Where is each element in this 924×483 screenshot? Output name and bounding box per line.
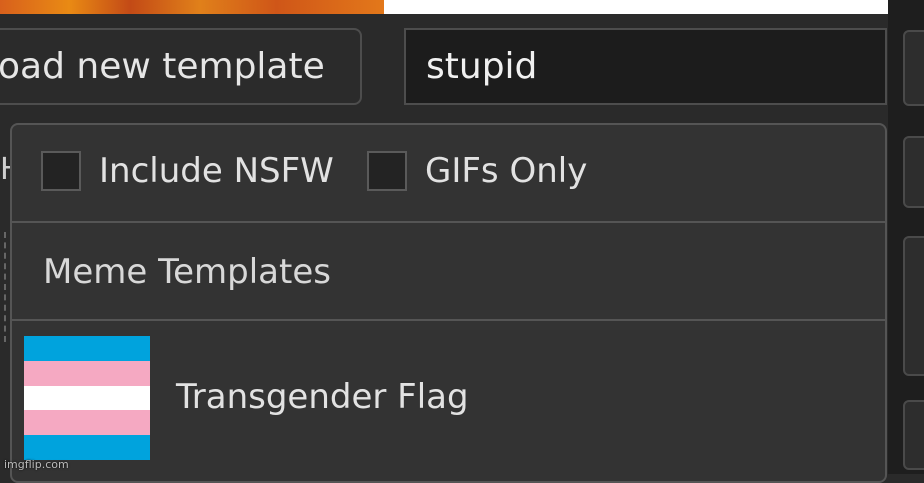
dashed-border bbox=[0, 232, 6, 342]
gifs-only-label[interactable]: GIFs Only bbox=[425, 147, 587, 195]
include-nsfw-checkbox[interactable] bbox=[41, 151, 81, 191]
preview-area bbox=[384, 0, 888, 14]
imgflip-watermark: imgflip.com bbox=[4, 458, 69, 471]
meme-preview-image bbox=[0, 0, 384, 14]
flag-stripe bbox=[24, 385, 150, 411]
flag-stripe bbox=[24, 360, 150, 386]
side-button-middle[interactable] bbox=[903, 136, 924, 208]
side-button-lower[interactable] bbox=[903, 236, 924, 376]
result-item-label: Transgender Flag bbox=[176, 377, 469, 417]
flag-stripe bbox=[24, 410, 150, 436]
flag-stripe bbox=[24, 336, 150, 361]
side-button-top[interactable] bbox=[903, 30, 924, 106]
search-results-dropdown: Include NSFW GIFs Only Meme Templates Tr… bbox=[10, 123, 887, 483]
gifs-only-checkbox[interactable] bbox=[367, 151, 407, 191]
upload-template-button[interactable]: oad new template bbox=[0, 28, 362, 105]
partial-label: H bbox=[0, 150, 10, 190]
filter-options: Include NSFW GIFs Only bbox=[12, 125, 885, 223]
result-item[interactable]: Transgender Flag bbox=[12, 323, 885, 473]
template-search-input[interactable]: stupid bbox=[404, 28, 887, 105]
transgender-flag-thumbnail bbox=[24, 336, 150, 460]
flag-stripe bbox=[24, 435, 150, 460]
meme-templates-heading: Meme Templates bbox=[12, 223, 885, 321]
include-nsfw-label[interactable]: Include NSFW bbox=[99, 147, 334, 195]
side-button-bottom[interactable] bbox=[903, 400, 924, 470]
